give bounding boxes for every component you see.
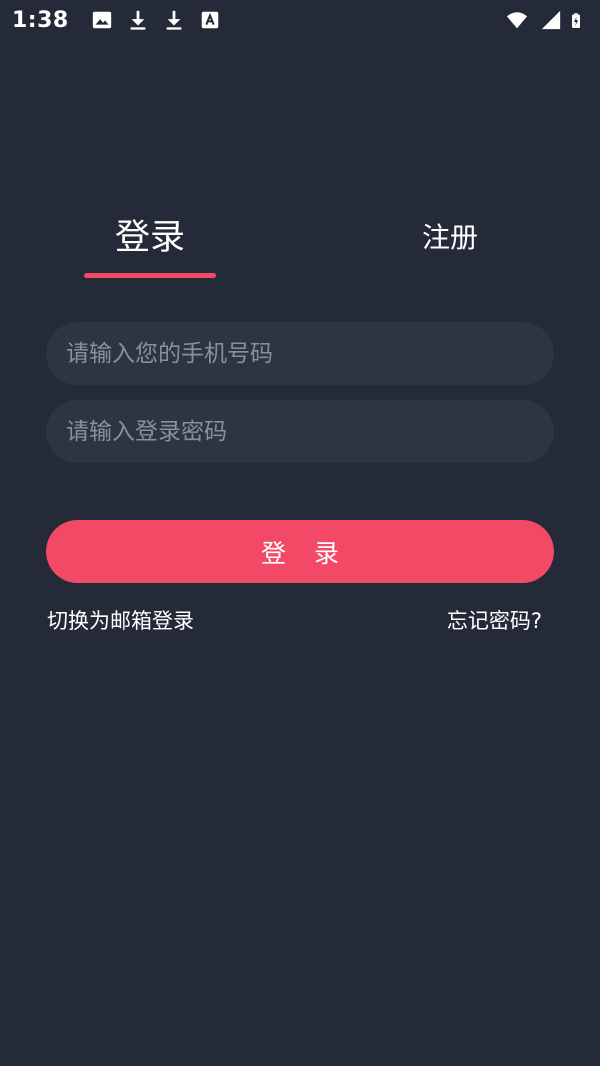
switch-to-email-login-link[interactable]: 切换为邮箱登录: [47, 604, 194, 638]
password-field-container: [46, 400, 554, 463]
download-icon: [166, 10, 182, 30]
notification-icons: [91, 9, 221, 31]
battery-charging-icon: [572, 13, 580, 28]
download-icon: [130, 10, 146, 30]
tab-login[interactable]: 登录: [84, 212, 216, 278]
tab-register[interactable]: 注册: [384, 212, 516, 278]
auth-tabs: 登录 注册: [0, 212, 600, 282]
font-a-icon: [201, 11, 218, 29]
phone-field-container: [46, 322, 554, 385]
password-input[interactable]: [66, 400, 534, 463]
tab-register-label: 注册: [421, 221, 478, 254]
status-bar: 1:38: [0, 0, 600, 40]
login-button[interactable]: 登 录: [46, 520, 554, 583]
tab-login-label: 登录: [114, 218, 185, 258]
forgot-password-link[interactable]: 忘记密码?: [447, 604, 542, 638]
signal-icon: [541, 10, 561, 30]
image-icon: [92, 11, 111, 29]
wifi-icon: [506, 12, 528, 29]
status-bar-left: 1:38: [12, 8, 221, 33]
login-screen: 1:38 登录 注册 请输入您的手机号码 登 录 切换为邮箱登录 忘记密码?: [0, 0, 600, 1066]
status-bar-right: [504, 8, 588, 32]
tab-active-indicator: [84, 273, 216, 278]
status-time: 1:38: [12, 7, 69, 33]
phone-input[interactable]: [66, 322, 534, 385]
